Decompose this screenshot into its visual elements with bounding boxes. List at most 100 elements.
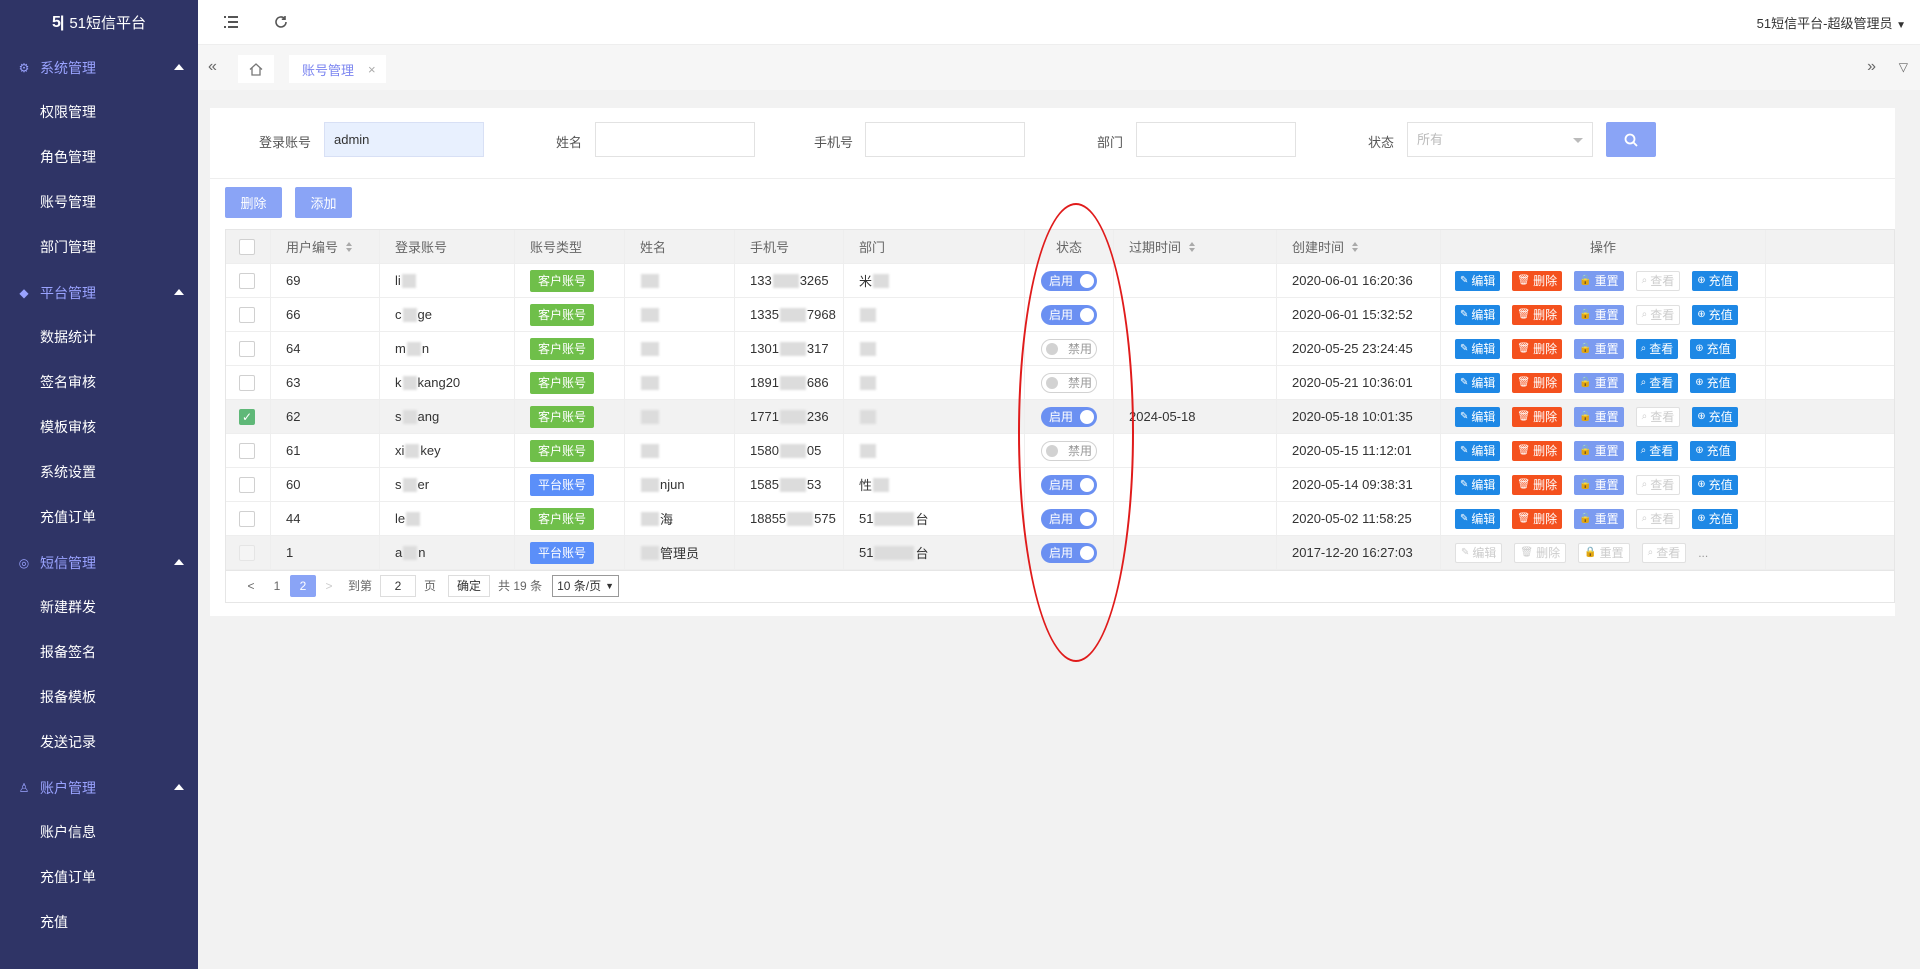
delete-row-button[interactable]: 🗑 删除: [1512, 508, 1563, 529]
row-checkbox[interactable]: [239, 374, 255, 391]
delete-row-button[interactable]: 🗑 删除: [1512, 406, 1563, 427]
delete-button[interactable]: 删除: [225, 187, 282, 218]
reset-button[interactable]: 🔒 重置: [1574, 474, 1624, 495]
status-toggle[interactable]: 启用: [1041, 474, 1097, 495]
sidebar-item[interactable]: 充值: [0, 900, 198, 945]
row-checkbox[interactable]: [239, 476, 255, 493]
sidebar-item[interactable]: 充值订单: [0, 495, 198, 540]
reset-button[interactable]: 🔒 重置: [1574, 372, 1624, 393]
delete-row-button[interactable]: 🗑 删除: [1514, 542, 1567, 563]
sidebar-item[interactable]: 角色管理: [0, 135, 198, 180]
charge-button[interactable]: ⊕ 充值: [1692, 270, 1738, 291]
status-toggle[interactable]: 启用: [1041, 508, 1097, 529]
row-checkbox[interactable]: [239, 442, 255, 459]
edit-button[interactable]: ✎ 编辑: [1455, 440, 1501, 461]
delete-row-button[interactable]: 🗑 删除: [1512, 304, 1563, 325]
row-checkbox[interactable]: [239, 544, 255, 561]
view-button[interactable]: ⌕ 查看: [1635, 440, 1679, 461]
status-toggle[interactable]: 禁用: [1041, 440, 1097, 461]
view-button[interactable]: ⌕ 查看: [1635, 338, 1679, 359]
sidebar-item[interactable]: 报备模板: [0, 675, 198, 720]
table-row[interactable]: 1 an 平台账号 管理员 51 台 启用 2017-12-20 16:27:03…: [226, 536, 1894, 570]
table-row[interactable]: 61 xi key 客户账号 1580 05 禁用 2020-05-15 11:12…: [226, 434, 1894, 468]
header-expire[interactable]: 过期时间: [1114, 230, 1277, 263]
login-input[interactable]: admin: [324, 122, 484, 157]
dept-input[interactable]: [1136, 122, 1296, 157]
sort-icon[interactable]: [346, 241, 353, 252]
charge-button[interactable]: ⊕ 充值: [1690, 338, 1736, 359]
edit-button[interactable]: ✎ 编辑: [1455, 372, 1501, 393]
menu-toggle-icon[interactable]: [222, 13, 240, 31]
view-button[interactable]: ⌕ 查看: [1635, 508, 1681, 529]
more-ellipsis[interactable]: ...: [1698, 546, 1708, 560]
sidebar-item[interactable]: 系统设置: [0, 450, 198, 495]
tab-scroll-right-icon[interactable]: »: [1867, 58, 1876, 76]
sidebar-item[interactable]: 账号管理: [0, 180, 198, 225]
refresh-icon[interactable]: [272, 13, 290, 31]
delete-row-button[interactable]: 🗑 删除: [1512, 474, 1563, 495]
delete-row-button[interactable]: 🗑 删除: [1512, 372, 1563, 393]
sidebar-item[interactable]: 部门管理: [0, 225, 198, 270]
delete-row-button[interactable]: 🗑 删除: [1512, 440, 1563, 461]
sort-icon[interactable]: [1189, 241, 1196, 252]
sidebar-item[interactable]: 数据统计: [0, 315, 198, 360]
charge-button[interactable]: ⊕ 充值: [1690, 372, 1736, 393]
table-row[interactable]: 63 k kang20 客户账号 1891 686 禁用 2020-05-21 10…: [226, 366, 1894, 400]
view-button[interactable]: ⌕ 查看: [1641, 542, 1687, 563]
goto-page-input[interactable]: 2: [380, 574, 417, 597]
tab-account-management[interactable]: 账号管理 ×: [289, 55, 386, 83]
edit-button[interactable]: ✎ 编辑: [1455, 508, 1501, 529]
row-checkbox[interactable]: [239, 306, 255, 323]
add-button[interactable]: 添加: [295, 187, 352, 218]
page-2[interactable]: 2: [290, 574, 316, 597]
sidebar-item[interactable]: 充值订单: [0, 855, 198, 900]
name-input[interactable]: [595, 122, 755, 157]
edit-button[interactable]: ✎ 编辑: [1455, 542, 1503, 563]
sidebar-item[interactable]: 账户信息: [0, 810, 198, 855]
goto-confirm-button[interactable]: 确定: [448, 574, 491, 597]
charge-button[interactable]: ⊕ 充值: [1692, 304, 1738, 325]
table-row[interactable]: 44 le 客户账号 海 18855 575 51 台 启用 2020-05-02 …: [226, 502, 1894, 536]
sidebar-item[interactable]: 权限管理: [0, 90, 198, 135]
next-page-icon[interactable]: >: [316, 575, 342, 597]
table-row[interactable]: ✓ 62 s ang 客户账号 1771 236 启用 2024-05-18 202…: [226, 400, 1894, 434]
tab-menu-chevron-icon[interactable]: ▽: [1899, 60, 1908, 74]
edit-button[interactable]: ✎ 编辑: [1455, 270, 1501, 291]
sidebar-item[interactable]: 新建群发: [0, 585, 198, 630]
close-icon[interactable]: ×: [368, 62, 376, 77]
sidebar-group-header[interactable]: ◆ 平台管理: [0, 270, 198, 315]
app-logo[interactable]: 5| 51短信平台: [0, 0, 198, 45]
tab-home[interactable]: [238, 55, 274, 83]
phone-input[interactable]: [865, 122, 1025, 157]
view-button[interactable]: ⌕ 查看: [1635, 474, 1681, 495]
sidebar-item[interactable]: 模板审核: [0, 405, 198, 450]
status-select[interactable]: 所有: [1407, 122, 1593, 157]
sidebar-item[interactable]: 发送记录: [0, 720, 198, 765]
table-row[interactable]: 64 mn 客户账号 1301 317 禁用 2020-05-25 23:24:4…: [226, 332, 1894, 366]
status-toggle[interactable]: 启用: [1041, 406, 1097, 427]
status-toggle[interactable]: 启用: [1041, 542, 1097, 563]
edit-button[interactable]: ✎ 编辑: [1455, 338, 1501, 359]
reset-button[interactable]: 🔒 重置: [1574, 508, 1624, 529]
reset-button[interactable]: 🔒 重置: [1574, 440, 1624, 461]
view-button[interactable]: ⌕ 查看: [1635, 372, 1679, 393]
status-toggle[interactable]: 启用: [1041, 270, 1097, 291]
sort-icon[interactable]: [1352, 241, 1359, 252]
reset-button[interactable]: 🔒 重置: [1574, 304, 1624, 325]
sidebar-group-header[interactable]: ♙ 账户管理: [0, 765, 198, 810]
select-all-checkbox[interactable]: [239, 238, 255, 255]
reset-button[interactable]: 🔒 重置: [1574, 406, 1624, 427]
table-row[interactable]: 60 s er 平台账号 njun 1585 53 性 启用 2020-05-14 …: [226, 468, 1894, 502]
page-size-select[interactable]: 10 条/页 ▼: [552, 574, 620, 597]
header-user-id[interactable]: 用户编号: [271, 230, 380, 263]
delete-row-button[interactable]: 🗑 删除: [1512, 338, 1563, 359]
table-row[interactable]: 66 c ge 客户账号 1335 7968 启用 2020-06-01 15:32…: [226, 298, 1894, 332]
status-toggle[interactable]: 禁用: [1041, 338, 1097, 359]
row-checkbox[interactable]: [239, 272, 255, 289]
charge-button[interactable]: ⊕ 充值: [1692, 474, 1738, 495]
reset-button[interactable]: 🔒 重置: [1574, 270, 1624, 291]
status-toggle[interactable]: 启用: [1041, 304, 1097, 325]
table-row[interactable]: 69 li 客户账号 133 3265 米 启用 2020-06-01 16:20…: [226, 264, 1894, 298]
view-button[interactable]: ⌕ 查看: [1635, 406, 1681, 427]
delete-row-button[interactable]: 🗑 删除: [1512, 270, 1563, 291]
